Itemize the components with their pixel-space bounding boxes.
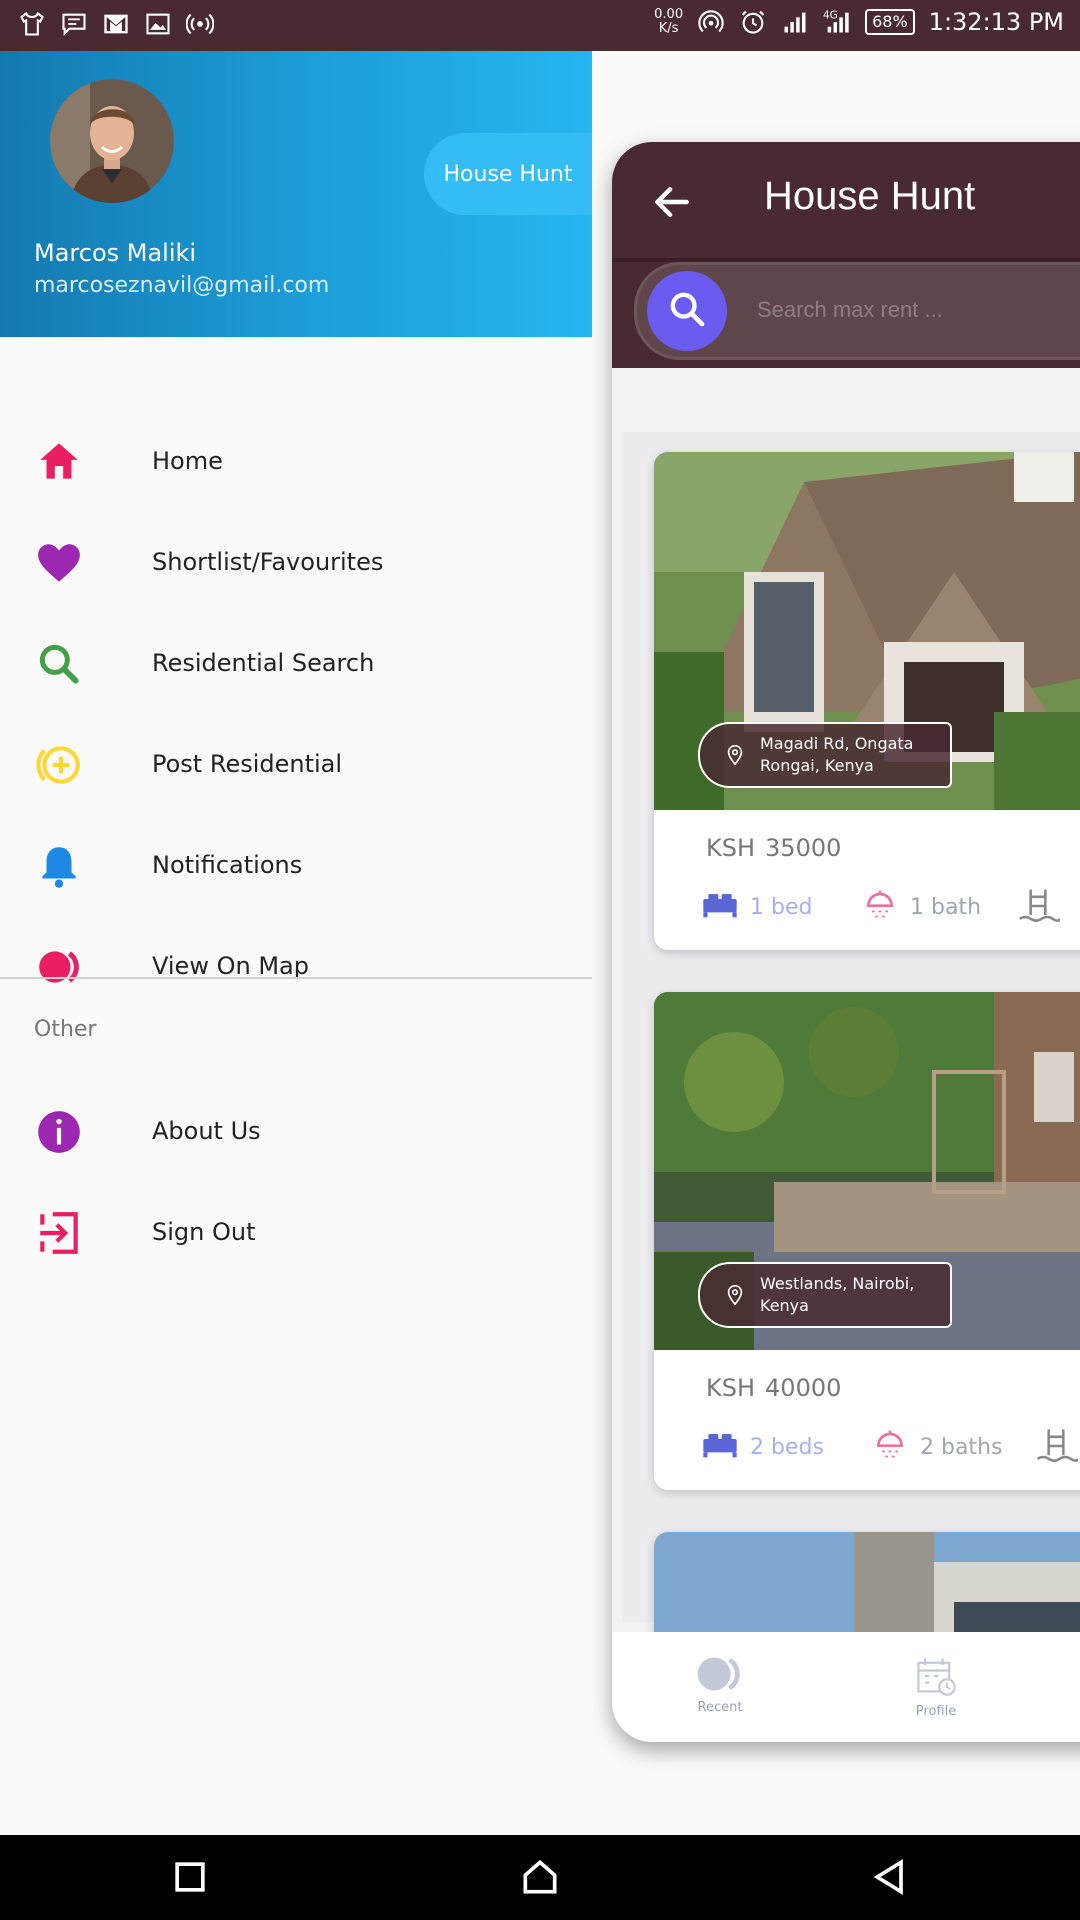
search-bar[interactable]: Search max rent ... — [634, 262, 1080, 360]
currency: KSH — [706, 1374, 756, 1402]
sign-out-icon — [34, 1208, 84, 1258]
pool-feature — [1034, 1424, 1080, 1474]
calendar-icon — [876, 1654, 996, 1698]
location-pin-icon — [724, 744, 746, 766]
signal-icon — [781, 8, 809, 36]
menu-item-label: Sign Out — [152, 1218, 256, 1246]
recent-icon — [660, 1654, 780, 1694]
location-pin-icon — [724, 1284, 746, 1306]
battery-indicator: 68% — [865, 9, 915, 35]
section-label-other: Other — [34, 1017, 97, 1042]
info-icon — [34, 1107, 84, 1157]
menu-item-label: Notifications — [152, 851, 303, 879]
menu-item-label: Home — [152, 447, 223, 475]
baths-feature: 1 bath — [860, 884, 981, 930]
clock: 1:32:13 PM — [928, 8, 1064, 36]
listing-list[interactable]: Magadi Rd, Ongata Rongai, Kenya KSH 35000… — [622, 432, 1080, 1652]
bell-icon — [34, 841, 84, 891]
pool-icon — [1034, 1424, 1080, 1474]
app-header: House Hunt Search max rent ... — [612, 142, 1080, 368]
nav-recent-label: Recent — [697, 1700, 743, 1715]
search-button[interactable] — [647, 271, 727, 351]
signal-4g-icon: 4G — [823, 8, 851, 36]
pool-feature — [1016, 884, 1070, 934]
menu-item-label: Residential Search — [152, 649, 375, 677]
status-bar: 0.00 K/s 4G 68% 1:32:13 PM — [0, 0, 1080, 51]
menu-item-notifications[interactable]: Notifications — [0, 841, 592, 941]
menu-item-sign-out[interactable]: Sign Out — [0, 1208, 592, 1308]
broadcast-icon — [185, 10, 215, 38]
hotspot-icon — [697, 8, 725, 36]
drawer-header: Marcos Maliki marcoseznavil@gmail.com Ho… — [0, 51, 592, 337]
nav-profile[interactable]: Profile — [876, 1654, 996, 1719]
location-line-2: Rongai, Kenya — [760, 756, 874, 775]
beds-feature: 2 beds — [700, 1424, 824, 1470]
app-title: House Hunt — [764, 174, 976, 218]
bed-icon — [700, 1424, 750, 1470]
listing-card[interactable]: Magadi Rd, Ongata Rongai, Kenya KSH 35000… — [654, 452, 1080, 950]
menu-item-label: About Us — [152, 1117, 261, 1145]
search-icon — [667, 289, 707, 333]
location-line-2: Kenya — [760, 1296, 809, 1315]
back-arrow-icon[interactable] — [650, 180, 694, 224]
menu-item-about-us[interactable]: About Us — [0, 1107, 592, 1207]
avatar[interactable] — [50, 79, 174, 203]
beds-label: 2 beds — [750, 1434, 824, 1460]
user-email: marcoseznavil@gmail.com — [34, 273, 330, 298]
bed-icon — [700, 884, 750, 930]
price-value: 40000 — [765, 1374, 842, 1402]
beds-feature: 1 bed — [700, 884, 812, 930]
menu-item-residential-search[interactable]: Residential Search — [0, 639, 592, 739]
net-speed: 0.00 K/s — [654, 7, 684, 36]
price: KSH 40000 — [706, 1374, 841, 1402]
price: KSH 35000 — [706, 834, 841, 862]
drawer-divider — [0, 977, 592, 979]
listing-card[interactable]: Westlands, Nairobi, Kenya KSH 40000 2 bed… — [654, 992, 1080, 1490]
alarm-icon — [739, 8, 767, 36]
app-screen: House Hunt Search max rent ... Magadi Rd… — [612, 142, 1080, 1742]
baths-feature: 2 baths — [870, 1424, 1002, 1470]
search-input[interactable]: Search max rent ... — [757, 297, 943, 323]
location-line-1: Magadi Rd, Ongata — [760, 734, 914, 753]
price-value: 35000 — [765, 834, 842, 862]
search-icon — [34, 639, 84, 689]
shower-icon — [860, 884, 910, 930]
baths-label: 2 baths — [920, 1434, 1003, 1460]
home-icon — [34, 437, 84, 487]
navigation-drawer: Marcos Maliki marcoseznavil@gmail.com Ho… — [0, 51, 592, 1835]
image-icon — [144, 10, 172, 38]
home-button[interactable] — [518, 1855, 562, 1899]
menu-item-label: Post Residential — [152, 750, 343, 778]
heart-icon — [34, 538, 84, 588]
message-icon — [60, 10, 88, 38]
baths-label: 1 bath — [910, 894, 982, 920]
menu-item-home[interactable]: Home — [0, 437, 592, 537]
shower-icon — [870, 1424, 920, 1470]
user-name: Marcos Maliki — [34, 239, 197, 267]
menu-item-shortlist[interactable]: Shortlist/Favourites — [0, 538, 592, 638]
system-nav-bar — [0, 1835, 1080, 1920]
gmail-icon — [102, 10, 130, 38]
nav-profile-label: Profile — [915, 1704, 957, 1719]
back-button[interactable] — [868, 1855, 912, 1899]
menu-item-label: Shortlist/Favourites — [152, 548, 384, 576]
currency: KSH — [706, 834, 756, 862]
add-circle-icon — [34, 740, 84, 790]
tshirt-icon — [18, 10, 46, 38]
recents-button[interactable] — [168, 1855, 212, 1899]
map-dots-icon — [34, 942, 84, 992]
beds-label: 1 bed — [750, 894, 813, 920]
notification-icons — [18, 10, 215, 38]
menu-item-label: View On Map — [152, 952, 309, 980]
location-badge: Magadi Rd, Ongata Rongai, Kenya — [698, 722, 952, 788]
house-hunt-pill[interactable]: House Hunt — [424, 133, 592, 215]
svg-text:4G: 4G — [823, 10, 838, 22]
menu-item-post-residential[interactable]: Post Residential — [0, 740, 592, 840]
location-badge: Westlands, Nairobi, Kenya — [698, 1262, 952, 1328]
pool-icon — [1016, 884, 1070, 934]
location-line-1: Westlands, Nairobi, — [760, 1274, 915, 1293]
system-icons: 0.00 K/s 4G 68% 1:32:13 PM — [654, 7, 1064, 37]
nav-recent[interactable]: Recent — [660, 1654, 780, 1715]
bottom-nav: Recent Profile — [612, 1632, 1080, 1742]
